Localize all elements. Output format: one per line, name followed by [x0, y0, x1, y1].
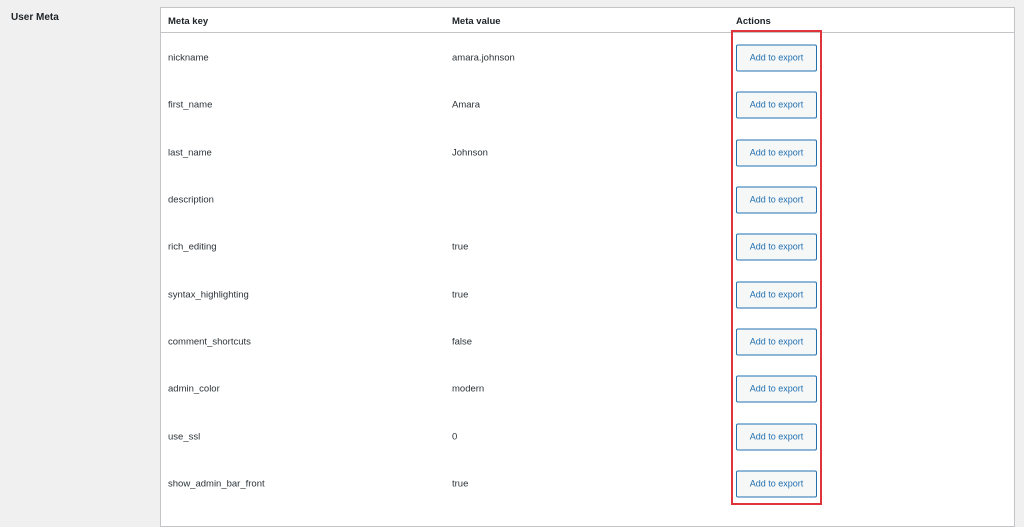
meta-value-cell: false — [452, 336, 473, 347]
meta-key-cell: admin_color — [168, 383, 220, 394]
meta-value-cell: 0 — [452, 431, 458, 442]
meta-key-cell: comment_shortcuts — [168, 336, 251, 347]
table-row: show_admin_bar_front true Add to export — [161, 460, 1014, 507]
table-row: rich_editing true Add to export — [161, 223, 1014, 270]
meta-key-cell: show_admin_bar_front — [168, 478, 265, 489]
meta-value-cell: true — [452, 241, 469, 252]
add-to-export-button[interactable]: Add to export — [736, 423, 817, 450]
add-to-export-button[interactable]: Add to export — [736, 91, 817, 118]
header-meta-value: Meta value — [452, 16, 501, 27]
add-to-export-button[interactable]: Add to export — [736, 186, 817, 213]
add-to-export-button[interactable]: Add to export — [736, 328, 817, 355]
meta-value-cell: true — [452, 478, 469, 489]
meta-key-cell: use_ssl — [168, 431, 201, 442]
add-to-export-button[interactable]: Add to export — [736, 281, 817, 308]
add-to-export-button[interactable]: Add to export — [736, 44, 817, 71]
meta-value-cell: Amara — [452, 99, 480, 110]
meta-table: Meta key Meta value Actions nickname ama… — [160, 7, 1015, 527]
meta-key-cell: nickname — [168, 52, 209, 63]
meta-value-cell: true — [452, 289, 469, 300]
meta-key-cell: last_name — [168, 147, 212, 158]
table-row: use_ssl 0 Add to export — [161, 413, 1014, 460]
meta-key-cell: description — [168, 194, 214, 205]
table-row: admin_color modern Add to export — [161, 365, 1014, 412]
meta-key-cell: rich_editing — [168, 241, 217, 252]
header-meta-key: Meta key — [168, 16, 209, 27]
table-row: description Add to export — [161, 176, 1014, 223]
table-row: last_name Johnson Add to export — [161, 129, 1014, 176]
table-row: syntax_highlighting true Add to export — [161, 271, 1014, 318]
add-to-export-button[interactable]: Add to export — [736, 375, 817, 402]
meta-value-cell: amara.johnson — [452, 52, 515, 63]
add-to-export-button[interactable]: Add to export — [736, 470, 817, 497]
meta-key-cell: first_name — [168, 99, 213, 110]
add-to-export-button[interactable]: Add to export — [736, 139, 817, 166]
table-header: Meta key Meta value Actions — [161, 8, 1014, 33]
table-row: nickname amara.johnson Add to export — [161, 34, 1014, 81]
meta-key-cell: syntax_highlighting — [168, 289, 249, 300]
section-label: User Meta — [11, 12, 59, 23]
table-row: first_name Amara Add to export — [161, 81, 1014, 128]
meta-value-cell: Johnson — [452, 147, 488, 158]
table-row: comment_shortcuts false Add to export — [161, 318, 1014, 365]
meta-value-cell: modern — [452, 383, 485, 394]
add-to-export-button[interactable]: Add to export — [736, 233, 817, 260]
header-actions: Actions — [736, 16, 771, 27]
